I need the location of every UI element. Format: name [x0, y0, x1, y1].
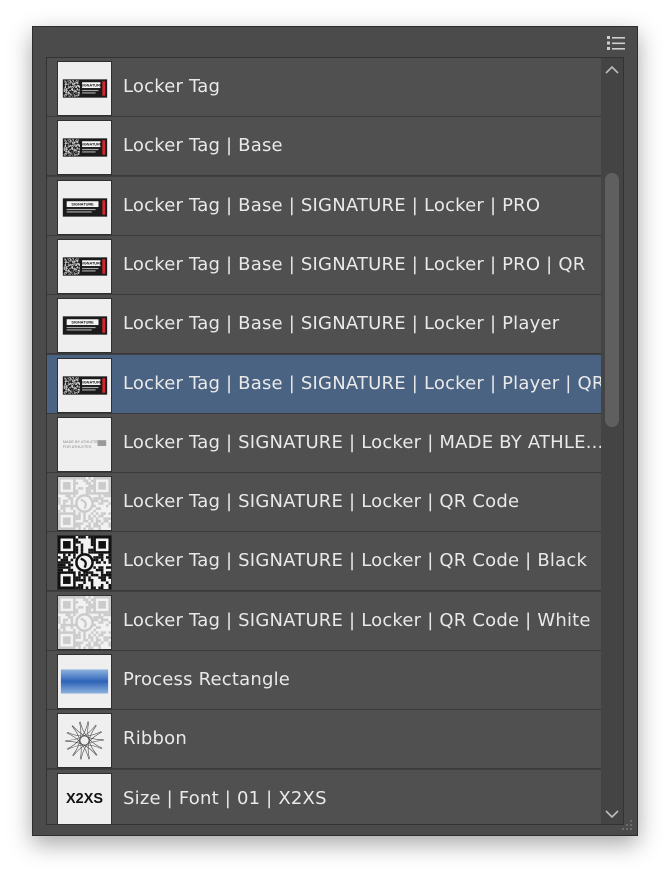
symbol-row[interactable]: Locker Tag | SIGNATURE | Locker | QR Cod…	[47, 532, 603, 592]
symbol-row[interactable]: MADE BY ATHLETES FOR ATHLETES Locker Tag |…	[47, 413, 603, 473]
symbol-label: Locker Tag | Base	[123, 135, 283, 157]
svg-text:X2XS: X2XS	[66, 791, 103, 807]
symbol-row[interactable]: SIGNATURE Locker Tag | Base | SIGNATURE |…	[47, 176, 603, 236]
svg-text:SIGNATURE: SIGNATURE	[80, 380, 103, 384]
symbol-label: Locker Tag	[123, 76, 221, 97]
svg-text:FOR ATHLETES: FOR ATHLETES	[63, 445, 92, 449]
symbol-thumbnail	[57, 476, 112, 532]
symbol-row[interactable]: Locker Tag | SIGNATURE | Locker | QR Cod…	[47, 591, 603, 651]
symbol-label: Locker Tag | SIGNATURE | Locker | QR Cod…	[123, 550, 588, 572]
symbol-label: Locker Tag | Base | SIGNATURE | Locker |…	[123, 194, 541, 216]
symbol-thumbnail: SIGNATURE	[57, 357, 112, 413]
svg-text:SIGNATURE: SIGNATURE	[80, 262, 103, 266]
svg-text:SIGNATURE: SIGNATURE	[80, 84, 103, 88]
symbols-panel: SIGNATURE Locker Tag SIGNATURE Locker Tag |…	[32, 26, 638, 836]
symbol-row[interactable]: Locker Tag | SIGNATURE | Locker | QR Cod…	[47, 473, 603, 533]
panel-menu-icon[interactable]	[605, 33, 627, 53]
vertical-scrollbar[interactable]	[601, 58, 623, 824]
symbol-label: Locker Tag | SIGNATURE | Locker | QR Cod…	[123, 491, 520, 513]
scrollbar-thumb[interactable]	[605, 173, 619, 427]
symbol-row[interactable]: Process Rectangle	[47, 651, 603, 710]
symbol-row[interactable]: SIGNATURE Locker Tag | Base | SIGNATURE |…	[47, 235, 603, 295]
symbol-thumbnail	[57, 654, 112, 709]
symbol-thumbnail: SIGNATURE	[57, 61, 112, 116]
resize-grip-icon[interactable]	[619, 817, 633, 831]
svg-text:SIGNATURE: SIGNATURE	[71, 321, 94, 325]
symbol-row[interactable]: SIGNATURE Locker Tag | Base | SIGNATURE |…	[47, 295, 603, 355]
svg-text:MADE BY ATHLETES: MADE BY ATHLETES	[63, 440, 101, 444]
symbol-thumbnail	[57, 713, 112, 769]
symbol-label: Process Rectangle	[123, 669, 291, 690]
symbol-row[interactable]: SIGNATURE Locker Tag | Base	[47, 117, 603, 177]
scroll-up-icon[interactable]	[604, 64, 620, 76]
symbol-thumbnail: SIGNATURE	[57, 179, 112, 235]
symbol-list[interactable]: SIGNATURE Locker Tag SIGNATURE Locker Tag |…	[47, 58, 603, 824]
symbol-label: Ribbon	[123, 728, 187, 750]
symbol-row[interactable]: Ribbon	[47, 710, 603, 770]
scroll-down-icon[interactable]	[604, 808, 620, 820]
symbol-label: Size | Font | 01 | X2XS	[123, 787, 327, 809]
symbol-thumbnail: MADE BY ATHLETES FOR ATHLETES	[57, 416, 112, 472]
svg-text:SIGNATURE: SIGNATURE	[71, 202, 94, 206]
symbol-thumbnail: SIGNATURE	[57, 298, 112, 354]
symbol-list-frame: SIGNATURE Locker Tag SIGNATURE Locker Tag |…	[46, 57, 624, 825]
symbol-thumbnail	[57, 535, 112, 591]
symbol-label: Locker Tag | Base | SIGNATURE | Locker |…	[123, 253, 586, 275]
symbol-thumbnail: X2XS	[57, 772, 112, 824]
symbol-label: Locker Tag | SIGNATURE | Locker | QR Cod…	[123, 609, 591, 631]
symbol-row-selected[interactable]: SIGNATURE Locker Tag | Base | SIGNATURE |…	[47, 354, 603, 414]
symbol-label: Locker Tag | Base | SIGNATURE | Locker |…	[123, 313, 560, 335]
svg-text:SIGNATURE: SIGNATURE	[80, 143, 103, 147]
symbol-row[interactable]: X2XS Size | Font | 01 | X2XS	[47, 769, 603, 824]
symbol-label: Locker Tag | SIGNATURE | Locker | MADE B…	[123, 431, 603, 453]
symbol-row[interactable]: SIGNATURE Locker Tag	[47, 58, 603, 117]
symbol-thumbnail: SIGNATURE	[57, 238, 112, 294]
symbol-thumbnail	[57, 594, 112, 650]
symbol-label: Locker Tag | Base | SIGNATURE | Locker |…	[123, 372, 603, 394]
symbol-thumbnail: SIGNATURE	[57, 120, 112, 176]
